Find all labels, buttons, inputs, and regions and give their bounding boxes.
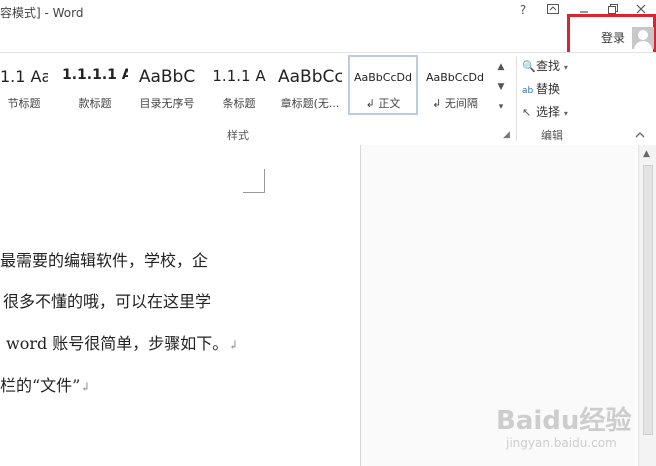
style-sample: 1.1 Aa xyxy=(0,67,48,86)
style-name: ↲ 无间隔 xyxy=(432,97,478,110)
scroll-up-icon[interactable]: ▲ xyxy=(643,149,650,159)
ribbon: 1.1 Aa 节标题 1.1.1.1 A 款标题 AaBbC 目录无序号 1.1… xyxy=(0,52,656,146)
style-gallery-scroll: ▲ ▼ ▾ xyxy=(494,57,508,121)
dialog-launcher-icon[interactable]: ◢ xyxy=(503,130,510,140)
group-divider xyxy=(516,57,517,141)
help-icon[interactable]: ? xyxy=(513,3,533,17)
document-text-line[interactable]: 栏的“文件”↲ xyxy=(0,372,90,396)
binoculars-icon: 🔍 xyxy=(522,60,536,73)
margin-corner-mark xyxy=(243,192,265,193)
document-text-line[interactable]: 最需要的编辑软件，学校，企 xyxy=(0,247,208,271)
signin-highlight[interactable]: 登录 xyxy=(567,14,656,55)
style-name: 条标题 xyxy=(222,97,256,110)
styles-group-label: 样式 xyxy=(227,129,249,142)
style-sample: AaBbCcDd xyxy=(426,71,484,84)
replace-button[interactable]: ab 替换 xyxy=(522,80,560,97)
page-edge xyxy=(360,145,361,466)
line-text: 最需要的编辑软件，学校，企 xyxy=(0,251,209,270)
watermark-logo-text: Baidu经验 xyxy=(496,406,632,436)
scrollbar-thumb[interactable] xyxy=(643,165,653,435)
window-title: 容模式] - Word xyxy=(0,6,84,20)
gallery-down-icon[interactable]: ▼ xyxy=(494,77,508,97)
user-avatar-icon[interactable] xyxy=(632,27,654,49)
find-label: 查找 xyxy=(536,59,561,73)
margin-corner-mark xyxy=(264,169,265,192)
style-normal[interactable]: AaBbCcDd ↲ 正文 xyxy=(348,55,418,115)
style-toc-unnumbered[interactable]: AaBbC 目录无序号 xyxy=(134,55,200,115)
editing-group-label: 编辑 xyxy=(541,129,563,142)
select-button[interactable]: ↖ 选择 ▾ xyxy=(522,103,568,120)
document-text-line[interactable]: word 账号很简单，步骤如下。↲ xyxy=(6,330,238,354)
ribbon-display-options-icon[interactable] xyxy=(543,3,563,17)
style-sample: 1.1.1 A xyxy=(212,67,266,85)
style-article-heading[interactable]: 1.1.1 A 条标题 xyxy=(206,55,272,115)
select-label: 选择 xyxy=(536,105,561,119)
signin-link[interactable]: 登录 xyxy=(601,29,625,46)
document-text-line[interactable]: 很多不懂的哦，可以在这里学 xyxy=(3,288,211,312)
style-sample: AaBbCc xyxy=(278,67,342,87)
style-name: 目录无序号 xyxy=(139,97,195,110)
style-sample: AaBbCcDd xyxy=(354,71,412,84)
paragraph-mark: ↲ xyxy=(228,338,239,352)
replace-icon: ab xyxy=(522,86,534,96)
replace-label: 替换 xyxy=(536,82,561,96)
line-text: 栏的“文件” xyxy=(0,376,81,395)
style-no-spacing[interactable]: AaBbCcDd ↲ 无间隔 xyxy=(422,55,488,115)
baidu-watermark: Baidu经验 jingyan.baidu.com xyxy=(496,400,646,458)
style-name: ↲ 正文 xyxy=(365,97,401,110)
style-sample: AaBbC xyxy=(138,67,196,87)
title-bar: 容模式] - Word ? xyxy=(0,0,656,24)
paragraph-mark: ↲ xyxy=(80,380,91,394)
collapse-ribbon-icon[interactable] xyxy=(635,130,645,141)
style-chapter-heading[interactable]: AaBbCc 章标题(无... xyxy=(278,55,342,115)
gallery-up-icon[interactable]: ▲ xyxy=(494,57,508,77)
style-clause-heading[interactable]: 1.1.1.1 A 款标题 xyxy=(62,55,128,115)
style-name: 款标题 xyxy=(78,97,112,110)
line-text: 很多不懂的哦，可以在这里学 xyxy=(3,292,212,311)
cursor-icon: ↖ xyxy=(522,106,532,119)
gallery-more-icon[interactable]: ▾ xyxy=(494,97,508,117)
find-button[interactable]: 🔍查找 ▾ xyxy=(522,57,568,74)
style-section-heading[interactable]: 1.1 Aa 节标题 xyxy=(0,55,48,115)
style-name: 节标题 xyxy=(7,97,41,110)
watermark-url: jingyan.baidu.com xyxy=(506,436,617,450)
line-text: word 账号很简单，步骤如下。 xyxy=(6,334,229,353)
style-name: 章标题(无... xyxy=(280,97,340,110)
style-sample: 1.1.1.1 A xyxy=(62,67,128,83)
